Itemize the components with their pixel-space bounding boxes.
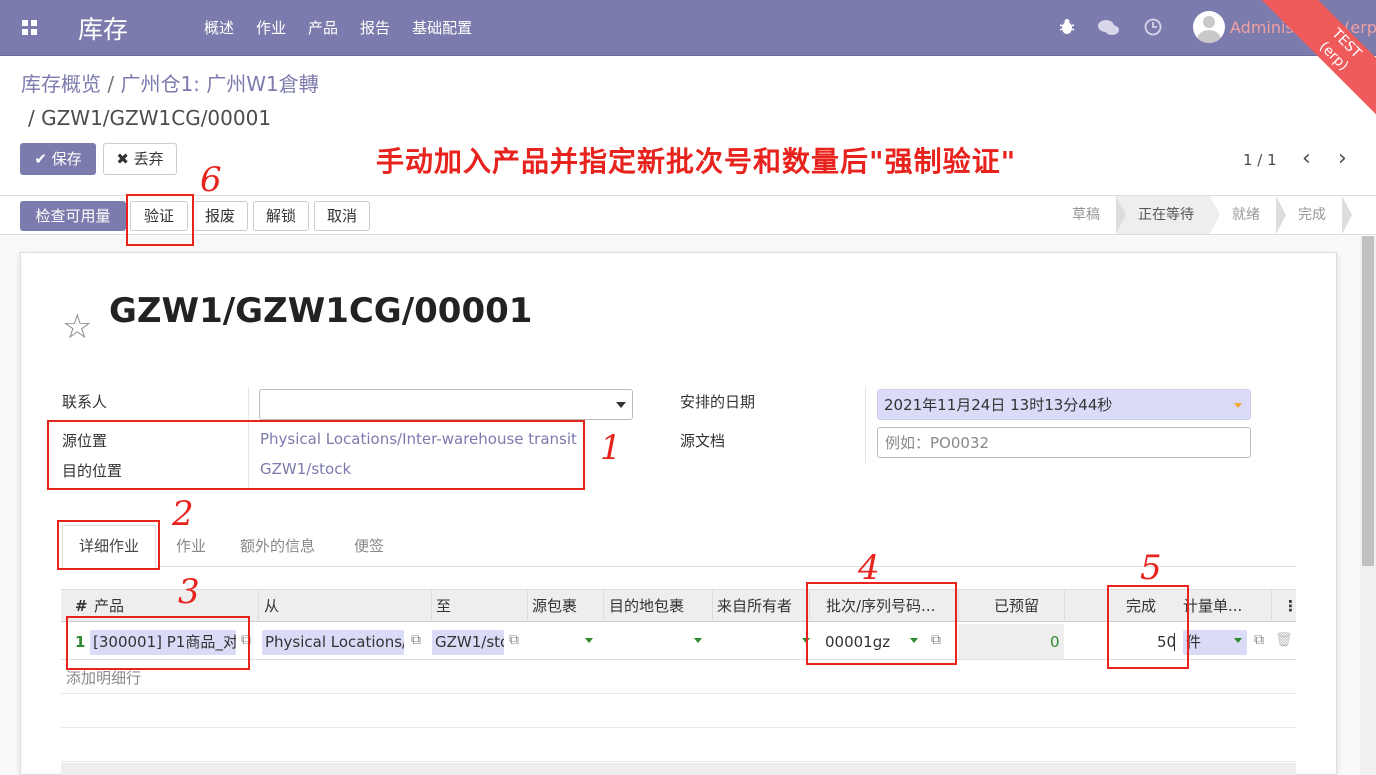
to-location-input[interactable]: GZW1/stock: [432, 630, 504, 655]
status-bar: 检查可用量 验证 报废 解锁 取消 草稿 正在等待 就绪 完成: [0, 195, 1376, 235]
save-button[interactable]: ✔ 保存: [20, 143, 96, 175]
empty-row: [61, 694, 1296, 728]
col-sep: [258, 590, 259, 622]
tab-additional-info[interactable]: 额外的信息: [240, 535, 315, 556]
empty-row: [61, 728, 1296, 762]
col-from[interactable]: 从: [264, 590, 279, 622]
scheduled-date-label: 安排的日期: [680, 393, 756, 411]
scrap-button[interactable]: 报废: [192, 201, 248, 231]
pager-value[interactable]: 1 / 1: [1243, 151, 1277, 169]
col-uom[interactable]: 计量单...: [1183, 590, 1255, 622]
annotation-mark-6: 6: [200, 160, 222, 200]
col-source-package[interactable]: 源包裹: [532, 590, 577, 622]
menu-item-overview[interactable]: 概述: [204, 17, 234, 38]
col-sep: [1271, 590, 1272, 622]
col-sep: [1064, 590, 1065, 622]
reserved-value: 0: [1050, 633, 1060, 651]
unlock-button[interactable]: 解锁: [253, 201, 309, 231]
cancel-button[interactable]: 取消: [314, 201, 370, 231]
breadcrumb-operation[interactable]: 广州仓1: 广州W1倉轉: [120, 72, 318, 96]
col-sep: [958, 590, 959, 622]
chat-bubbles-icon[interactable]: [1098, 19, 1120, 37]
save-label: 保存: [51, 150, 82, 168]
annotation-box-quantity: [1107, 585, 1189, 669]
app-title: 库存: [78, 15, 129, 44]
field-separator: [865, 387, 866, 463]
col-sep: [431, 590, 432, 622]
scheduled-date-value: 2021年11月24日 13时13分44秒: [884, 396, 1113, 414]
external-link-icon[interactable]: ⧉: [411, 632, 421, 648]
main-menu: 概述 作业 产品 报告 基础配置: [204, 17, 472, 38]
annotation-mark-1: 1: [600, 428, 622, 468]
debug-bug-icon[interactable]: [1058, 18, 1076, 36]
menu-item-operations[interactable]: 作业: [256, 17, 286, 38]
breadcrumb: 库存概览 / 广州仓1: 广州W1倉轉: [21, 70, 319, 98]
breadcrumb-sep: /: [101, 72, 121, 96]
col-sep: [527, 590, 528, 622]
col-sep: [712, 590, 713, 622]
destination-package-dropdown-icon[interactable]: [694, 638, 702, 643]
breadcrumb-root[interactable]: 库存概览: [21, 72, 101, 96]
favorite-star-icon[interactable]: ☆: [62, 310, 92, 344]
stage-waiting: 正在等待: [1116, 196, 1220, 234]
clock-activity-icon[interactable]: [1144, 18, 1162, 36]
scheduled-date-input[interactable]: 2021年11月24日 13时13分44秒: [877, 389, 1251, 420]
pager-previous-icon[interactable]: ‹: [1302, 146, 1311, 171]
close-icon: ✖: [116, 150, 129, 168]
col-to[interactable]: 至: [436, 590, 451, 622]
annotation-box-validate: [126, 194, 194, 246]
pager-next-icon[interactable]: ›: [1338, 146, 1347, 171]
record-title: GZW1/GZW1CG/00001: [109, 291, 533, 331]
check-icon: ✔: [34, 150, 47, 168]
contact-label: 联系人: [62, 393, 108, 411]
menu-item-reporting[interactable]: 报告: [360, 17, 390, 38]
stage-draft: 草稿: [1050, 196, 1126, 234]
annotation-mark-5: 5: [1140, 548, 1162, 588]
table-footer: [61, 763, 1296, 775]
discard-label: 丢弃: [133, 150, 164, 168]
menu-item-configuration[interactable]: 基础配置: [412, 17, 472, 38]
status-stages: 草稿 正在等待 就绪 完成: [1050, 196, 1352, 234]
source-document-label: 源文档: [680, 432, 726, 450]
annotation-box-lot: [806, 582, 957, 665]
contact-select[interactable]: [259, 389, 633, 420]
chevron-down-icon: [1234, 403, 1242, 408]
annotation-mark-2: 2: [172, 494, 194, 534]
reserved-cell: [958, 624, 1064, 659]
breadcrumb-current: / GZW1/GZW1CG/00001: [28, 106, 272, 130]
uom-dropdown-icon[interactable]: [1234, 638, 1242, 643]
col-destination-package[interactable]: 目的地包裹: [609, 590, 684, 622]
tabs-divider: [61, 566, 1296, 567]
annotation-instruction: 手动加入产品并指定新批次号和数量后"强制验证": [376, 145, 1017, 178]
user-avatar[interactable]: [1193, 11, 1225, 43]
col-sep: [603, 590, 604, 622]
trash-icon[interactable]: 🗑: [1275, 632, 1293, 648]
col-reserved[interactable]: 已预留: [994, 590, 1039, 622]
apps-menu-icon[interactable]: [22, 20, 38, 36]
external-link-icon[interactable]: ⧉: [1254, 632, 1264, 648]
optional-columns-icon[interactable]: ⋮: [1283, 590, 1298, 622]
col-owner[interactable]: 来自所有者: [717, 590, 792, 622]
annotation-mark-3: 3: [178, 572, 200, 612]
annotation-box-product: [66, 616, 250, 670]
tab-operations[interactable]: 作业: [176, 535, 206, 556]
source-package-dropdown-icon[interactable]: [585, 638, 593, 643]
from-location-input[interactable]: Physical Locations/: [262, 630, 404, 655]
menu-item-products[interactable]: 产品: [308, 17, 338, 38]
chevron-down-icon: [616, 402, 626, 408]
check-availability-button[interactable]: 检查可用量: [20, 201, 126, 231]
source-document-input[interactable]: 例如：PO0032: [877, 427, 1251, 458]
annotation-box-tab: [57, 520, 160, 570]
tab-notes[interactable]: 便签: [354, 535, 384, 556]
annotation-mark-4: 4: [858, 548, 880, 588]
discard-button[interactable]: ✖ 丢弃: [103, 143, 177, 175]
annotation-box-locations: [47, 420, 585, 490]
external-link-icon[interactable]: ⧉: [509, 632, 519, 648]
vertical-scrollbar[interactable]: [1360, 236, 1376, 775]
top-navbar: 库存 概述 作业 产品 报告 基础配置 Administrator (erp): [0, 0, 1376, 56]
